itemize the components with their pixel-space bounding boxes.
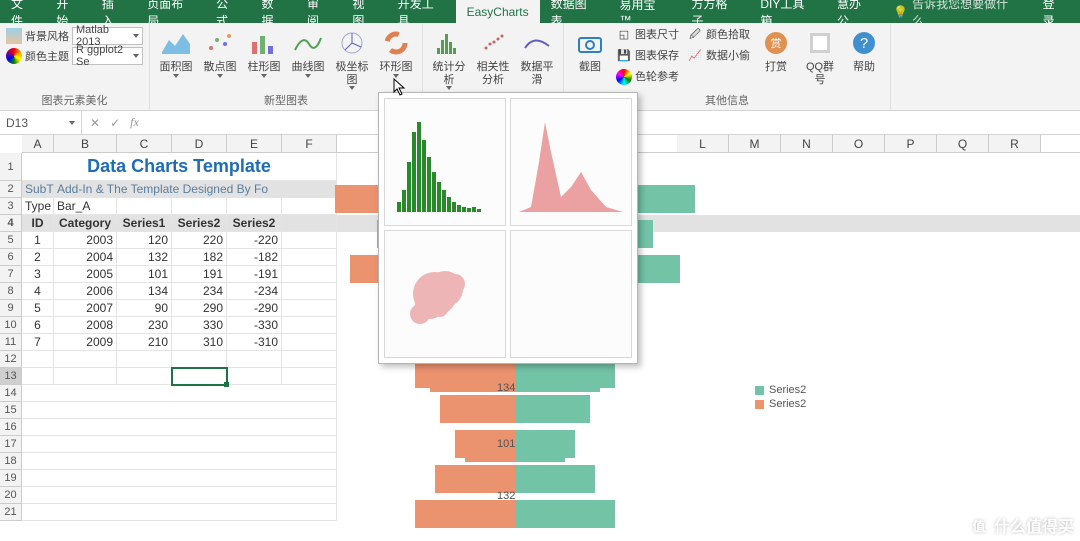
bulb-icon: 💡	[893, 5, 908, 19]
tab-diy[interactable]: DIY工具箱	[749, 0, 826, 23]
reward-button[interactable]: 赏打赏	[756, 25, 796, 76]
tab-home[interactable]: 开始	[45, 0, 90, 23]
template-subtitle: Add-In & The Template Designed By Fo	[54, 181, 337, 198]
polar-chart-icon	[336, 27, 368, 59]
template-title: Data Charts Template	[22, 153, 337, 181]
polar-chart-button[interactable]: 极坐标图	[332, 25, 372, 92]
bg-style-icon	[6, 28, 22, 44]
color-pick-button[interactable]: 🖉颜色拾取	[685, 25, 752, 45]
ribbon-tabs: 文件 开始 插入 页面布局 公式 数据 审阅 视图 开发工具 EasyChart…	[0, 0, 1080, 23]
cursor-icon	[393, 78, 407, 96]
camera-icon	[574, 27, 606, 59]
save-icon: 💾	[616, 48, 632, 64]
chart-legend: Series2 Series2	[755, 384, 806, 412]
reward-icon: 赏	[760, 27, 792, 59]
line-chart-icon	[292, 27, 324, 59]
cancel-icon[interactable]: ✕	[90, 116, 100, 130]
bg-style-dropdown[interactable]: Matlab 2013	[72, 27, 143, 45]
tab-view[interactable]: 视图	[341, 0, 386, 23]
stats-analysis-button[interactable]: 统计分析	[429, 25, 469, 92]
selected-cell-d13[interactable]	[172, 368, 227, 385]
group-misc-label: 其他信息	[705, 92, 749, 110]
chart-size-button[interactable]: ◱图表尺寸	[614, 25, 681, 45]
tab-hbg[interactable]: 慧办公	[826, 0, 883, 23]
eyedropper-icon: 🖉	[687, 27, 703, 43]
smooth-icon	[521, 27, 553, 59]
bar-chart-icon	[248, 27, 280, 59]
tab-review[interactable]: 审阅	[296, 0, 341, 23]
tab-file[interactable]: 文件	[0, 0, 45, 23]
color-theme-icon	[6, 48, 22, 64]
qq-group-button[interactable]: QQ群号	[800, 25, 840, 88]
ring-chart-button[interactable]: 环形图	[376, 25, 416, 80]
scatter-chart-icon	[204, 27, 236, 59]
resize-icon: ◱	[616, 27, 632, 43]
bg-style-label: 背景风格	[25, 28, 69, 44]
tab-ffgz[interactable]: 方方格子	[681, 0, 750, 23]
qq-icon	[804, 27, 836, 59]
tab-insert[interactable]: 插入	[91, 0, 136, 23]
help-icon: ?	[848, 27, 880, 59]
data-thief-button[interactable]: 📈数据小偷	[685, 46, 752, 66]
histogram-icon	[433, 27, 465, 59]
data-thief-icon: 📈	[687, 48, 703, 64]
scatter-chart-button[interactable]: 散点图	[200, 25, 240, 80]
tab-eub[interactable]: 易用宝 ™	[608, 0, 680, 23]
smooth-button[interactable]: 数据平滑	[517, 25, 557, 88]
tab-dev[interactable]: 开发工具	[387, 0, 456, 23]
gallery-empty[interactable]	[510, 230, 632, 358]
help-button[interactable]: ?帮助	[844, 25, 884, 76]
color-wheel-button[interactable]: 色轮参考	[614, 67, 681, 87]
line-chart-button[interactable]: 曲线图	[288, 25, 328, 80]
correlation-icon	[477, 27, 509, 59]
name-box[interactable]: D13	[0, 111, 82, 134]
svg-text:赏: 赏	[771, 37, 782, 50]
tab-easycharts[interactable]: EasyCharts	[456, 0, 540, 23]
watermark: 值 什么值得买	[968, 513, 1074, 537]
watermark-icon: 值	[968, 514, 990, 536]
group-newcharts-label: 新型图表	[264, 92, 308, 110]
correlation-button[interactable]: 相关性分析	[473, 25, 513, 88]
color-theme-dropdown[interactable]: R ggplot2 Se	[72, 47, 143, 65]
gallery-density[interactable]	[510, 98, 632, 226]
area-chart-button[interactable]: 面积图	[156, 25, 196, 80]
tab-formula[interactable]: 公式	[205, 0, 250, 23]
ring-chart-icon	[380, 27, 412, 59]
group-theme-label: 图表元素美化	[42, 92, 108, 110]
tab-layout[interactable]: 页面布局	[136, 0, 205, 23]
color-theme-label: 颜色主题	[25, 48, 69, 64]
tab-data[interactable]: 数据	[251, 0, 296, 23]
svg-text:?: ?	[860, 35, 868, 52]
bar-chart-button[interactable]: 柱形图	[244, 25, 284, 80]
gallery-histogram[interactable]	[384, 98, 506, 226]
confirm-icon[interactable]: ✓	[110, 116, 120, 130]
fx-icon[interactable]: fx	[130, 115, 139, 130]
area-chart-icon	[160, 27, 192, 59]
screenshot-button[interactable]: 截图	[570, 25, 610, 76]
gallery-scatter[interactable]	[384, 230, 506, 358]
chart-save-button[interactable]: 💾图表保存	[614, 46, 681, 66]
tab-datachart[interactable]: 数据图表	[540, 0, 609, 23]
color-wheel-icon	[616, 69, 632, 85]
stats-dropdown-gallery[interactable]	[378, 92, 638, 364]
